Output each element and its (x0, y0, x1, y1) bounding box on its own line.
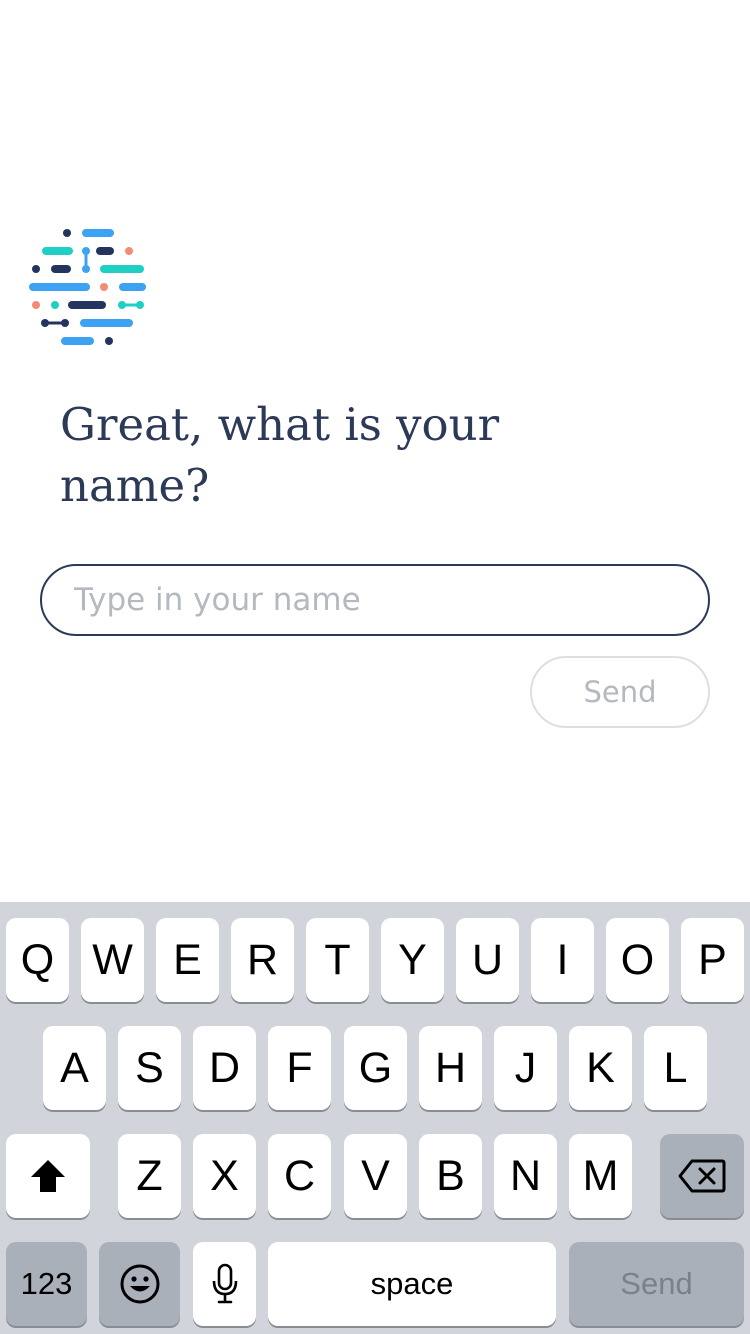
question-line-1: Great, what is your (60, 398, 500, 451)
key-b[interactable]: B (419, 1134, 482, 1218)
space-key-label: space (370, 1266, 454, 1301)
key-l[interactable]: L (644, 1026, 707, 1110)
key-i-label: I (556, 935, 569, 984)
return-send-key-label: Send (620, 1266, 693, 1301)
key-y-label: Y (398, 935, 427, 984)
key-g[interactable]: G (344, 1026, 407, 1110)
shift-key[interactable] (6, 1134, 90, 1218)
key-o[interactable]: O (606, 918, 669, 1002)
screen: Great, what is your name? Send Q W E R T … (0, 0, 750, 1334)
app-logo (29, 229, 146, 345)
shift-icon (31, 1160, 65, 1192)
key-o-label: O (620, 935, 655, 984)
key-x-label: X (210, 1151, 239, 1200)
emoji-icon (120, 1264, 159, 1304)
question-heading: Great, what is your name? (60, 394, 620, 516)
delete-icon (678, 1159, 726, 1193)
key-q[interactable]: Q (6, 918, 69, 1002)
key-f-label: F (286, 1043, 313, 1092)
key-p[interactable]: P (681, 918, 744, 1002)
key-w[interactable]: W (81, 918, 144, 1002)
key-z[interactable]: Z (118, 1134, 181, 1218)
key-s[interactable]: S (118, 1026, 181, 1110)
key-d-label: D (208, 1043, 241, 1092)
microphone-key[interactable] (193, 1242, 256, 1326)
return-send-key[interactable]: Send (569, 1242, 744, 1326)
key-u[interactable]: U (456, 918, 519, 1002)
key-c[interactable]: C (268, 1134, 331, 1218)
name-input[interactable] (40, 564, 710, 636)
key-b-label: B (436, 1151, 465, 1200)
keyboard: Q W E R T Y U I O P A S D F G H J K L Z … (0, 902, 750, 1334)
emoji-key[interactable] (99, 1242, 180, 1326)
key-i[interactable]: I (531, 918, 594, 1002)
key-k-label: K (586, 1043, 615, 1092)
key-j-label: J (514, 1043, 537, 1092)
key-q-label: Q (20, 935, 55, 984)
key-e-label: E (173, 935, 202, 984)
key-m[interactable]: M (569, 1134, 632, 1218)
key-c-label: C (283, 1151, 316, 1200)
key-a[interactable]: A (43, 1026, 106, 1110)
microphone-icon (212, 1263, 237, 1304)
key-r[interactable]: R (231, 918, 294, 1002)
key-y[interactable]: Y (381, 918, 444, 1002)
delete-key[interactable] (660, 1134, 744, 1218)
key-u-label: U (471, 935, 504, 984)
send-button-label: Send (583, 675, 657, 709)
key-n-label: N (509, 1151, 542, 1200)
key-l-label: L (663, 1043, 688, 1092)
key-t[interactable]: T (306, 918, 369, 1002)
key-a-label: A (60, 1043, 89, 1092)
key-k[interactable]: K (569, 1026, 632, 1110)
key-v[interactable]: V (344, 1134, 407, 1218)
key-w-label: W (92, 935, 133, 984)
key-x[interactable]: X (193, 1134, 256, 1218)
question-line-2: name? (60, 459, 210, 512)
key-m-label: M (582, 1151, 619, 1200)
key-h[interactable]: H (419, 1026, 482, 1110)
key-f[interactable]: F (268, 1026, 331, 1110)
key-g-label: G (358, 1043, 393, 1092)
key-d[interactable]: D (193, 1026, 256, 1110)
key-h-label: H (434, 1043, 467, 1092)
key-n[interactable]: N (494, 1134, 557, 1218)
send-button[interactable]: Send (530, 656, 710, 728)
numbers-key[interactable]: 123 (6, 1242, 87, 1326)
key-v-label: V (361, 1151, 390, 1200)
key-r-label: R (246, 935, 279, 984)
key-p-label: P (698, 935, 727, 984)
numbers-key-label: 123 (20, 1266, 73, 1301)
key-s-label: S (135, 1043, 164, 1092)
key-z-label: Z (136, 1151, 163, 1200)
key-e[interactable]: E (156, 918, 219, 1002)
space-key[interactable]: space (268, 1242, 556, 1326)
key-j[interactable]: J (494, 1026, 557, 1110)
key-t-label: T (324, 935, 351, 984)
